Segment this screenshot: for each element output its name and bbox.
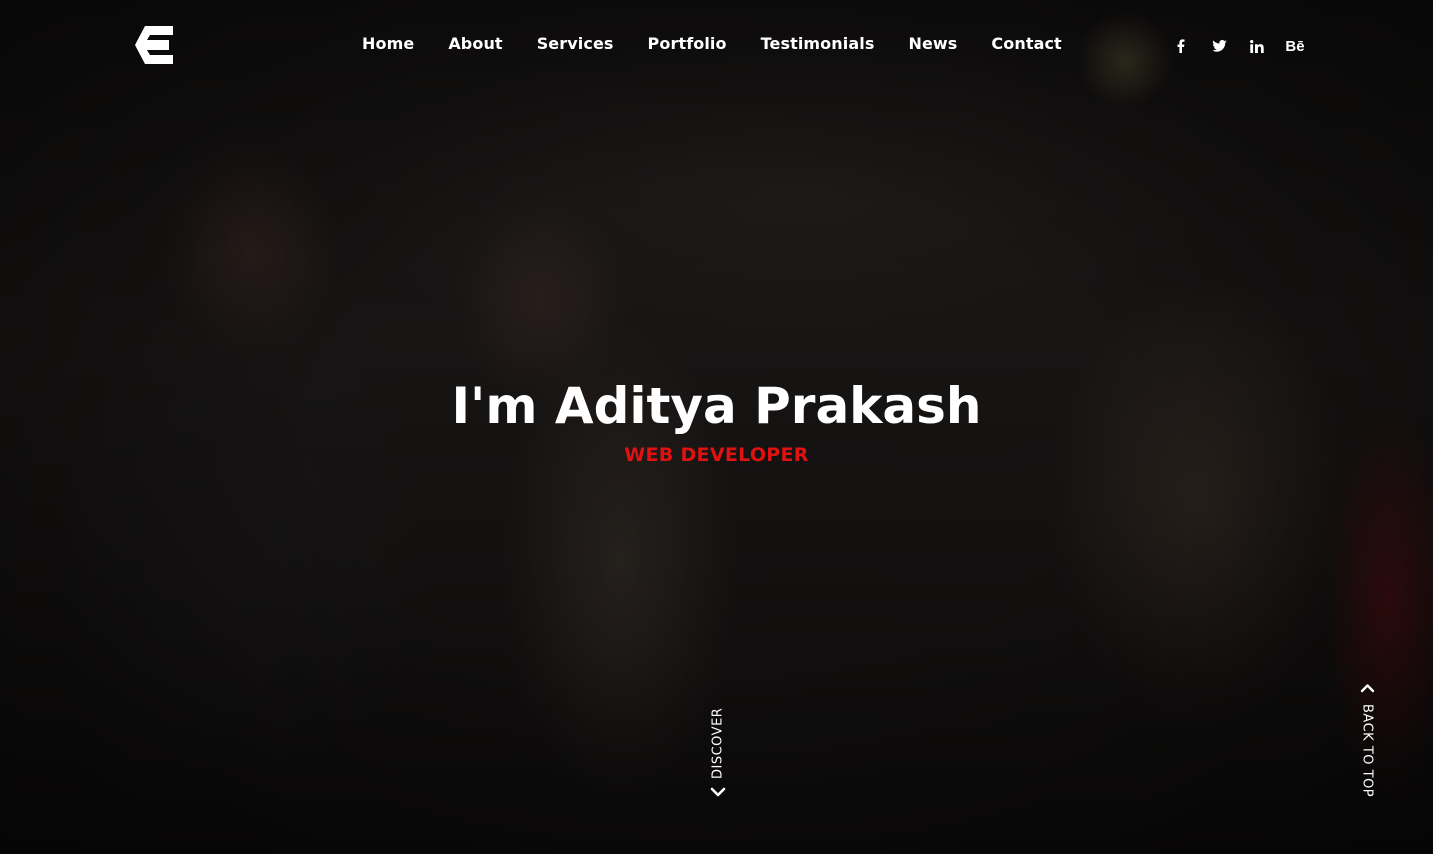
discover-button[interactable]: DISCOVER <box>706 700 730 804</box>
nav-portfolio[interactable]: Portfolio <box>648 34 727 53</box>
facebook-icon[interactable] <box>1172 36 1190 56</box>
chevron-down-icon <box>710 787 726 797</box>
hero-text: I'm Aditya Prakash WEB DEVELOPER <box>0 376 1433 466</box>
social-links: Bē <box>1172 36 1305 56</box>
site-logo[interactable] <box>135 26 173 64</box>
nav-news[interactable]: News <box>908 34 957 53</box>
nav-services[interactable]: Services <box>537 34 614 53</box>
nav-about[interactable]: About <box>448 34 502 53</box>
linkedin-icon[interactable] <box>1248 36 1266 56</box>
hero-subtitle: WEB DEVELOPER <box>624 444 809 466</box>
nav-contact[interactable]: Contact <box>991 34 1061 53</box>
back-to-top-button[interactable]: BACK TO TOP <box>1355 680 1379 800</box>
chevron-up-icon <box>1360 684 1375 693</box>
main-nav: Home About Services Portfolio Testimonia… <box>362 34 1062 53</box>
hero-section: Home About Services Portfolio Testimonia… <box>0 0 1433 854</box>
discover-label: DISCOVER <box>710 707 726 779</box>
hero-title: I'm Aditya Prakash <box>451 377 982 435</box>
nav-testimonials[interactable]: Testimonials <box>761 34 875 53</box>
nav-home[interactable]: Home <box>362 34 414 53</box>
behance-icon[interactable]: Bē <box>1285 36 1304 56</box>
back-to-top-label: BACK TO TOP <box>1359 704 1375 798</box>
stylized-e-logo-icon <box>135 26 173 64</box>
twitter-icon[interactable] <box>1210 36 1228 56</box>
